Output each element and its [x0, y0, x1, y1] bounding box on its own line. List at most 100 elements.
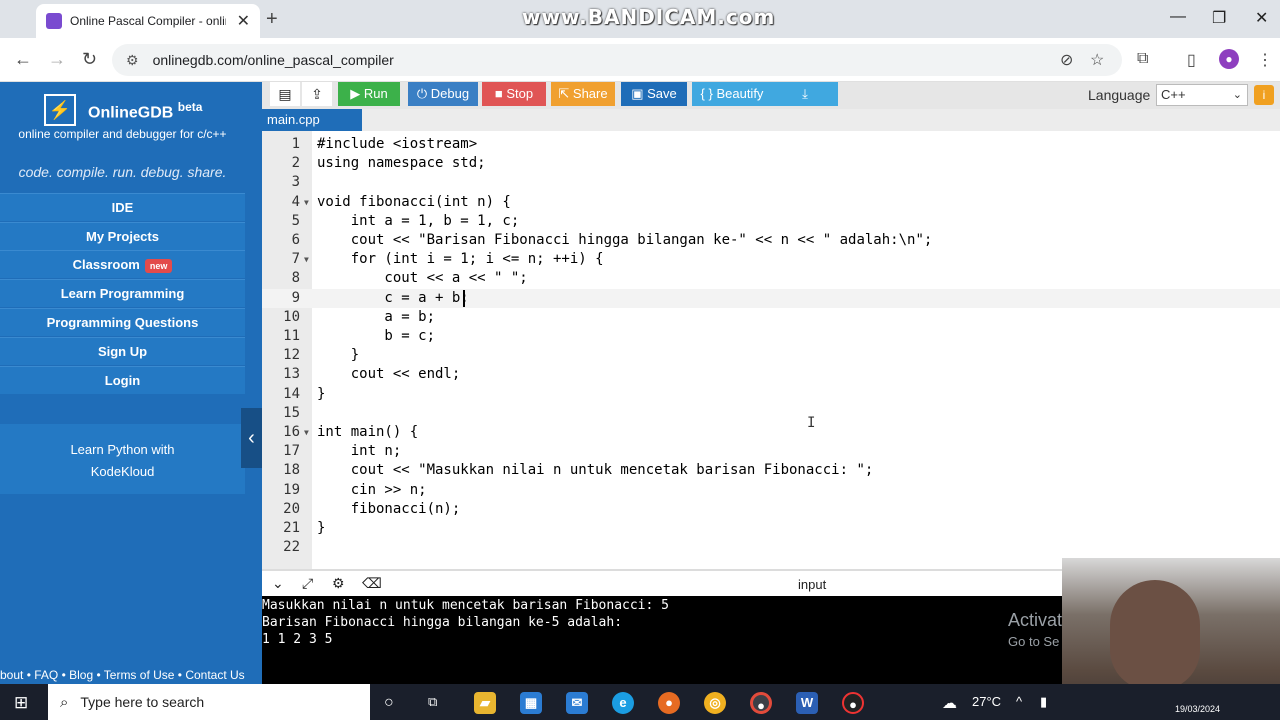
- sidebar-item-ide[interactable]: IDE: [0, 193, 245, 221]
- line-number: 13: [283, 366, 300, 383]
- sidebar-item-my-projects[interactable]: My Projects: [0, 222, 245, 250]
- code-line[interactable]: 8 cout << a << " ";: [262, 269, 1280, 288]
- microphone-icon[interactable]: ▮: [1040, 694, 1047, 710]
- info-icon[interactable]: i: [1254, 85, 1274, 105]
- browser-tab[interactable]: Online Pascal Compiler - online ✕: [36, 4, 260, 38]
- windows-taskbar: ⊞ ⌕ Type here to search ○ ⧉ ▰ ▦ ✉ e ● ◎ …: [0, 684, 1280, 720]
- share-button[interactable]: ⇱ Share: [551, 82, 615, 106]
- code-line[interactable]: 2 using namespace std;: [262, 154, 1280, 173]
- code-editor[interactable]: 1 #include <iostream> 2 using namespace std…: [262, 131, 1280, 569]
- sidebar-item-programming-questions[interactable]: Programming Questions: [0, 308, 245, 336]
- promo-banner[interactable]: Learn Python with KodeKloud: [0, 424, 245, 494]
- code-line[interactable]: 1 #include <iostream>: [262, 135, 1280, 154]
- edge-icon[interactable]: e: [612, 692, 634, 714]
- code-line[interactable]: 17 int n;: [262, 442, 1280, 461]
- reload-icon[interactable]: ↻: [82, 49, 97, 70]
- code-line[interactable]: 5 int a = 1, b = 1, c;: [262, 212, 1280, 231]
- clear-console-icon[interactable]: ⌫: [362, 575, 382, 592]
- maximize-icon[interactable]: ❐: [1212, 8, 1226, 28]
- code-line[interactable]: 16 ▼ int main() {: [262, 423, 1280, 442]
- forward-icon[interactable]: →: [48, 49, 66, 70]
- sidebar-item-classroom[interactable]: Classroom new: [0, 250, 245, 278]
- line-number: 11: [283, 328, 300, 344]
- url-field[interactable]: ⚙ onlinegdb.com/online_pascal_compiler: [112, 44, 1122, 76]
- debug-button[interactable]: ⏻ Debug: [408, 82, 478, 106]
- code-line[interactable]: 19 cin >> n;: [262, 481, 1280, 500]
- back-icon[interactable]: ←: [14, 49, 32, 70]
- code-text: cin >> n;: [317, 481, 427, 498]
- mail-icon[interactable]: ✉: [566, 692, 588, 714]
- expand-icon[interactable]: ⤢: [302, 575, 313, 592]
- collapse-output-chevron-icon[interactable]: ⌄: [272, 575, 284, 592]
- taskbar-date[interactable]: 19/03/2024: [1175, 704, 1220, 714]
- code-line[interactable]: 13 cout << endl;: [262, 365, 1280, 384]
- new-file-icon[interactable]: ▤: [270, 82, 300, 106]
- new-badge: new: [144, 258, 173, 273]
- code-line[interactable]: 14}: [262, 385, 1280, 404]
- settings-gear-icon[interactable]: ⚙: [332, 575, 345, 592]
- new-tab-icon[interactable]: +: [266, 8, 278, 31]
- code-line[interactable]: 20 fibonacci(n);: [262, 500, 1280, 519]
- task-view-icon[interactable]: ⧉: [428, 694, 437, 710]
- code-line[interactable]: 18 cout << "Masukkan nilai n untuk mence…: [262, 461, 1280, 480]
- code-line[interactable]: 7 ▼ for (int i = 1; i <= n; ++i) {: [262, 250, 1280, 269]
- line-number: 12: [283, 347, 300, 364]
- firefox-icon[interactable]: ●: [658, 692, 680, 714]
- side-panel-icon[interactable]: ▯: [1187, 50, 1196, 70]
- upload-icon[interactable]: ⇪: [302, 82, 332, 106]
- code-line[interactable]: 15: [262, 404, 1280, 423]
- code-line[interactable]: 22: [262, 538, 1280, 557]
- code-line[interactable]: 4 ▼ void fibonacci(int n) {: [262, 193, 1280, 212]
- code-line[interactable]: 10 a = b;: [262, 308, 1280, 327]
- brand-name[interactable]: OnlineGDB beta: [88, 100, 202, 122]
- store-icon[interactable]: ▦: [520, 692, 542, 714]
- app-icon[interactable]: ◎: [704, 692, 726, 714]
- collapse-sidebar-chevron-icon[interactable]: ‹: [241, 408, 262, 468]
- temperature[interactable]: 27°C: [972, 694, 1001, 709]
- line-number: 10: [283, 308, 300, 325]
- taskbar-search[interactable]: ⌕ Type here to search: [48, 684, 370, 720]
- onlinegdb-logo-icon[interactable]: ⚡: [44, 94, 76, 126]
- sidebar-item-login[interactable]: Login: [0, 366, 245, 394]
- windows-start-icon[interactable]: ⊞: [14, 693, 28, 713]
- weather-icon[interactable]: ☁: [942, 694, 957, 712]
- bandicam-record-icon[interactable]: ●: [842, 692, 864, 714]
- download-button[interactable]: ⤓: [772, 82, 838, 106]
- extensions-icon[interactable]: ⧉: [1137, 50, 1148, 68]
- cortana-icon[interactable]: ○: [384, 694, 394, 712]
- tray-chevron-up-icon[interactable]: ^: [1016, 694, 1022, 709]
- sidebar-item-sign-up[interactable]: Sign Up: [0, 337, 245, 365]
- line-number: 5: [291, 212, 300, 229]
- close-tab-icon[interactable]: ✕: [237, 11, 250, 31]
- profile-avatar[interactable]: ●: [1219, 49, 1239, 69]
- site-info-icon[interactable]: ⚙: [126, 52, 139, 69]
- sidebar-item-label: IDE: [111, 200, 134, 215]
- fold-arrow-icon[interactable]: ▼: [304, 423, 309, 442]
- language-select[interactable]: C++ ⌄: [1156, 84, 1248, 106]
- close-window-icon[interactable]: ✕: [1255, 8, 1268, 28]
- fold-arrow-icon[interactable]: ▼: [304, 250, 309, 269]
- sidebar-item-learn-programming[interactable]: Learn Programming: [0, 279, 245, 307]
- chrome-icon[interactable]: ●: [750, 692, 772, 714]
- save-button[interactable]: ▣ Save: [621, 82, 687, 106]
- code-line[interactable]: 12 }: [262, 346, 1280, 365]
- tab-main-cpp[interactable]: main.cpp: [262, 109, 362, 131]
- minimize-icon[interactable]: —: [1170, 8, 1186, 26]
- run-button[interactable]: ▶ Run: [338, 82, 400, 106]
- stop-button[interactable]: ■ Stop: [482, 82, 546, 106]
- code-line[interactable]: 6 cout << "Barisan Fibonacci hingga bila…: [262, 231, 1280, 250]
- menu-kebab-icon[interactable]: ⋮: [1257, 50, 1273, 70]
- code-line[interactable]: 21}: [262, 519, 1280, 538]
- code-line[interactable]: 11 b = c;: [262, 327, 1280, 346]
- code-line[interactable]: 9 c = a + b;: [262, 288, 1280, 308]
- bookmark-star-icon[interactable]: ☆: [1090, 50, 1104, 70]
- fold-arrow-icon[interactable]: ▼: [304, 193, 309, 212]
- footer-links[interactable]: bout • FAQ • Blog • Terms of Use • Conta…: [0, 668, 262, 682]
- word-icon[interactable]: W: [796, 692, 818, 714]
- eye-off-icon[interactable]: ⊘: [1060, 50, 1073, 70]
- beautify-button[interactable]: { } Beautify: [692, 82, 772, 106]
- line-number: 9: [291, 289, 300, 306]
- file-explorer-icon[interactable]: ▰: [474, 692, 496, 714]
- code-line[interactable]: 3: [262, 173, 1280, 192]
- share-label: Share: [572, 86, 608, 101]
